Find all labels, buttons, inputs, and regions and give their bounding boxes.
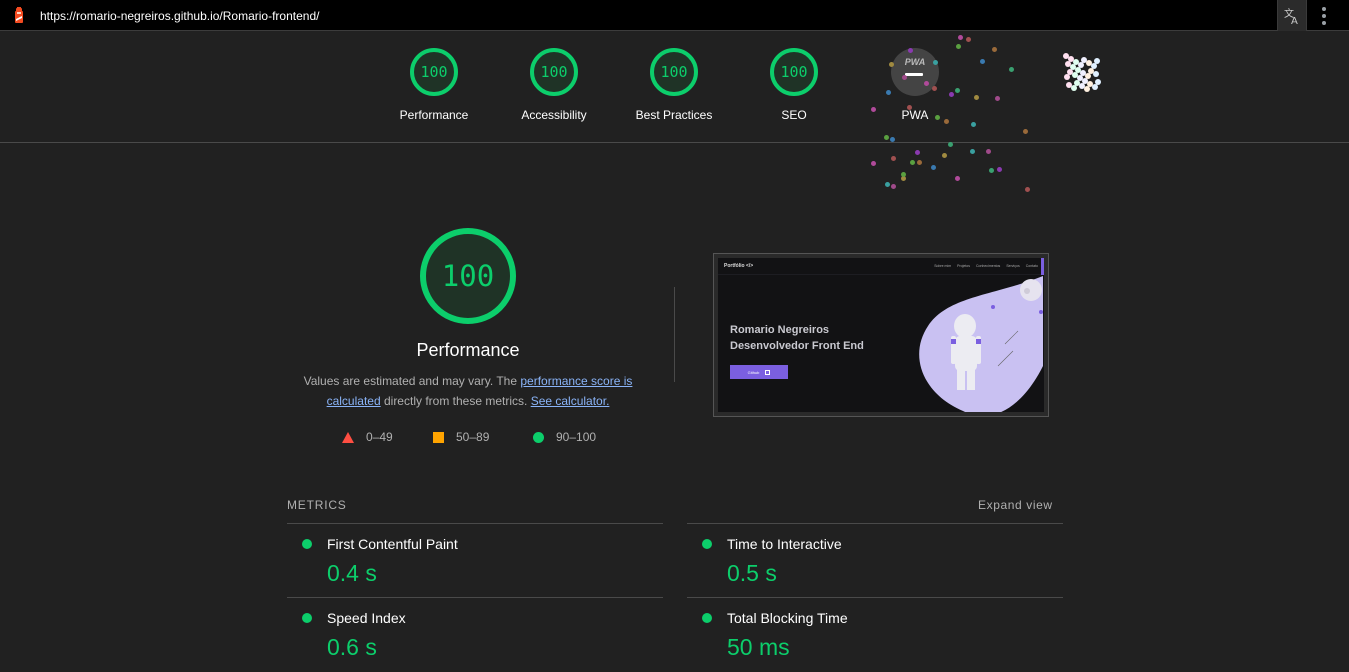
pass-circle-icon <box>302 613 312 623</box>
page-url: https://romario-negreiros.github.io/Roma… <box>40 9 320 23</box>
performance-description: Values are estimated and may vary. The p… <box>303 374 633 408</box>
performance-title: Performance <box>416 340 520 360</box>
pwa-badge-icon: PWA <box>891 48 939 96</box>
gauge-label: Best Practices <box>635 108 713 122</box>
thumb-nav: Sobre mim Projetos Conhecimentos Serviço… <box>934 264 1038 268</box>
thumb-github-button: Github <box>730 365 788 379</box>
pass-circle-icon <box>702 613 712 623</box>
metric-time-to-interactive: Time to Interactive 0.5 s <box>687 524 1063 598</box>
average-square-icon <box>433 431 444 443</box>
gauge-seo[interactable]: 100 SEO <box>744 48 844 122</box>
metrics-heading: METRICS <box>287 498 347 512</box>
scores-header: 100 Performance 100 Accessibility 100 Be… <box>0 32 1349 143</box>
confetti-dot <box>885 182 890 187</box>
score-ring: 100 <box>770 48 818 96</box>
more-vert-icon <box>1322 6 1326 11</box>
metric-first-contentful-paint: First Contentful Paint 0.4 s <box>287 524 663 598</box>
gauge-label: PWA <box>901 108 929 122</box>
score-ring: 100 <box>410 48 458 96</box>
gauge-label: Performance <box>399 108 469 122</box>
pass-circle-icon <box>702 539 712 549</box>
more-options-button[interactable] <box>1314 0 1334 31</box>
pass-circle-icon <box>302 539 312 549</box>
gauge-label: SEO <box>781 108 807 122</box>
lighthouse-icon <box>15 7 23 23</box>
pass-circle-icon <box>533 431 544 443</box>
confetti-dot <box>891 156 896 161</box>
fail-triangle-icon <box>342 431 354 443</box>
confetti-dot <box>901 176 906 181</box>
svg-text:A: A <box>1291 16 1298 25</box>
address-bar: https://romario-negreiros.github.io/Roma… <box>0 0 1349 31</box>
see-calculator-link[interactable]: See calculator. <box>531 394 610 408</box>
confetti-dot <box>997 167 1002 172</box>
performance-score-gauge: 100 <box>420 228 516 324</box>
translate-icon: 文 A <box>1284 7 1298 25</box>
confetti-dot <box>891 184 896 189</box>
score-ring: 100 <box>650 48 698 96</box>
gauge-pwa[interactable]: PWA PWA <box>865 48 965 122</box>
final-screenshot[interactable]: Portfólio </> Sobre mim Projetos Conheci… <box>713 253 1049 417</box>
thumb-brand: Portfólio </> <box>724 263 754 269</box>
confetti-dot <box>931 165 936 170</box>
divider <box>674 287 675 382</box>
confetti-dot <box>1025 187 1030 192</box>
score-ring: 100 <box>530 48 578 96</box>
metric-total-blocking-time: Total Blocking Time 50 ms <box>687 598 1063 672</box>
confetti-dot <box>871 161 876 166</box>
confetti-dot <box>910 160 915 165</box>
expand-view-toggle[interactable]: Expand view <box>978 498 1053 512</box>
translate-button[interactable]: 文 A <box>1277 0 1307 31</box>
confetti-dot <box>986 149 991 154</box>
astronaut-illustration <box>919 276 1043 412</box>
gauge-accessibility[interactable]: 100 Accessibility <box>504 48 604 122</box>
metric-speed-index: Speed Index 0.6 s <box>287 598 663 672</box>
confetti-dot <box>915 150 920 155</box>
confetti-dot <box>970 149 975 154</box>
gauge-label: Accessibility <box>521 108 587 122</box>
confetti-dot <box>955 176 960 181</box>
confetti-dot <box>917 160 922 165</box>
confetti-dot <box>901 172 906 177</box>
confetti-dot <box>942 153 947 158</box>
thumb-hero: Romario Negreiros Desenvolvedor Front En… <box>730 324 864 352</box>
confetti-dot <box>989 168 994 173</box>
gauge-performance[interactable]: 100 Performance <box>384 48 484 122</box>
gauge-best-practices[interactable]: 100 Best Practices <box>624 48 724 122</box>
sparkle-icon <box>1063 53 1103 93</box>
score-legend: 0–49 50–89 90–100 <box>340 430 620 446</box>
